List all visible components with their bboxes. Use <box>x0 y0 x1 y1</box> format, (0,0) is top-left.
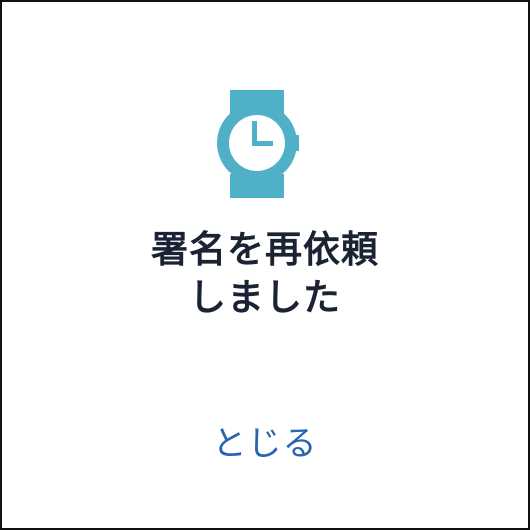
watch-icon <box>217 90 299 198</box>
dialog-title: 署名を再依頼 しました <box>2 226 528 322</box>
close-button[interactable]: とじる <box>165 416 365 472</box>
title-line-1: 署名を再依頼 <box>151 228 379 271</box>
confirmation-dialog: 署名を再依頼 しました とじる <box>0 0 530 530</box>
title-line-2: しました <box>189 276 341 319</box>
